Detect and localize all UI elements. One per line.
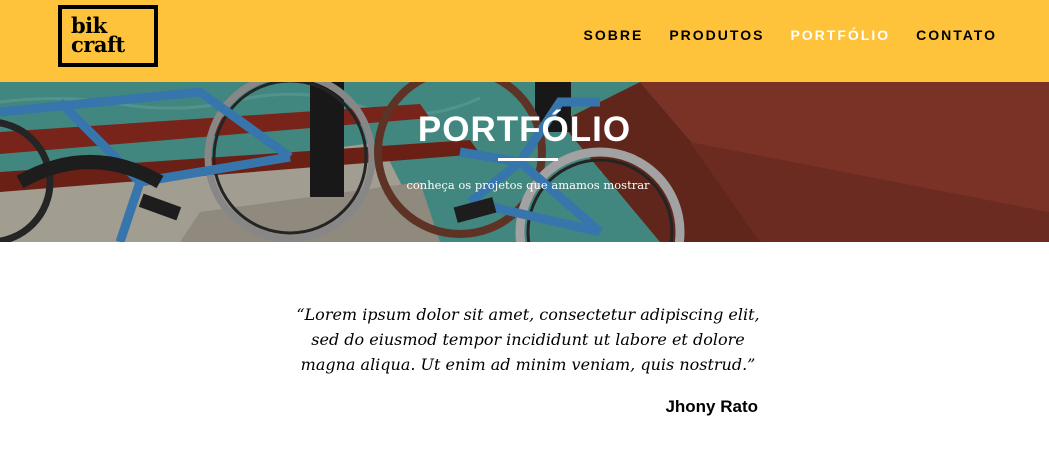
nav-item-produtos[interactable]: PRODUTOS	[669, 27, 764, 43]
nav-item-portfolio[interactable]: PORTFÓLIO	[790, 27, 890, 43]
site-header: bik craft SOBRE PRODUTOS PORTFÓLIO CONTA…	[0, 0, 1049, 82]
nav-item-sobre[interactable]: SOBRE	[584, 27, 644, 43]
page-subtitle: conheça os projetos que amamos mostrar	[406, 178, 650, 192]
testimonial-author: Jhony Rato	[665, 397, 758, 416]
main-nav: SOBRE PRODUTOS PORTFÓLIO CONTATO	[558, 27, 997, 43]
bikcraft-logo[interactable]: bik craft	[58, 5, 158, 67]
hero-overlay	[0, 82, 1049, 242]
page-title: PORTFÓLIO	[417, 110, 632, 149]
hero-banner: PORTFÓLIO conheça os projetos que amamos…	[0, 82, 1049, 242]
nav-item-contato[interactable]: CONTATO	[916, 27, 997, 43]
title-divider	[498, 158, 558, 161]
testimonial-quote: “Lorem ipsum dolor sit amet, consectetur…	[296, 305, 760, 374]
logo-line-2: craft	[71, 32, 125, 57]
